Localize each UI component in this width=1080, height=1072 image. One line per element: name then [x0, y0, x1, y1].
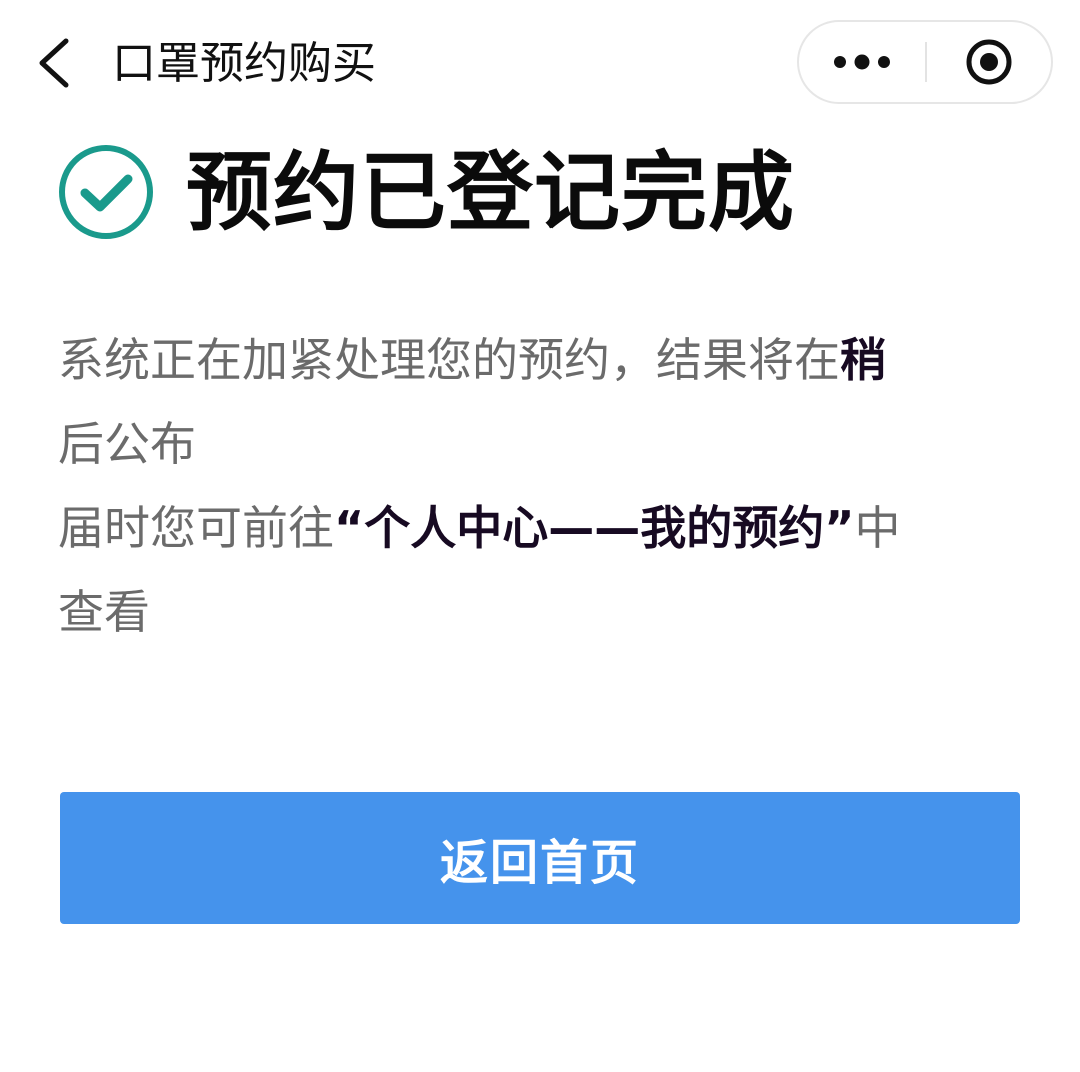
message-line-4: 查看 — [58, 570, 1018, 654]
message-text: 中 — [854, 501, 901, 555]
mini-program-capsule — [797, 20, 1053, 104]
message-line-2: 后公布 — [58, 402, 1018, 486]
message-line-3: 届时您可前往“个人中心——我的预约”中 — [58, 486, 1018, 570]
status-message: 系统正在加紧处理您的预约，结果将在稍 后公布 届时您可前往“个人中心——我的预约… — [58, 318, 1018, 654]
navigation-bar: 口罩预约购买 — [0, 0, 1080, 124]
close-button[interactable] — [927, 22, 1051, 102]
page-title: 口罩预约购买 — [112, 38, 376, 89]
message-line-1: 系统正在加紧处理您的预约，结果将在稍 — [58, 318, 1018, 402]
message-text: 公布 — [104, 417, 196, 471]
more-dots-icon — [834, 54, 890, 70]
message-emphasis: 稍 — [840, 333, 886, 387]
message-emphasis: “个人中心——我的预约” — [334, 501, 855, 555]
more-button[interactable] — [799, 22, 925, 102]
chevron-left-icon — [39, 38, 69, 88]
back-button[interactable] — [22, 28, 86, 98]
message-text: 系统正在加紧处理您的预约，结果将在 — [58, 333, 840, 387]
message-text: 届时您可前往 — [58, 501, 334, 555]
message-text: 后 — [58, 417, 104, 471]
success-title: 预约已登记完成 — [186, 143, 795, 243]
check-circle-icon — [59, 145, 153, 239]
target-close-icon — [966, 39, 1012, 85]
message-text: 查看 — [58, 585, 150, 639]
return-home-button[interactable]: 返回首页 — [60, 792, 1020, 924]
